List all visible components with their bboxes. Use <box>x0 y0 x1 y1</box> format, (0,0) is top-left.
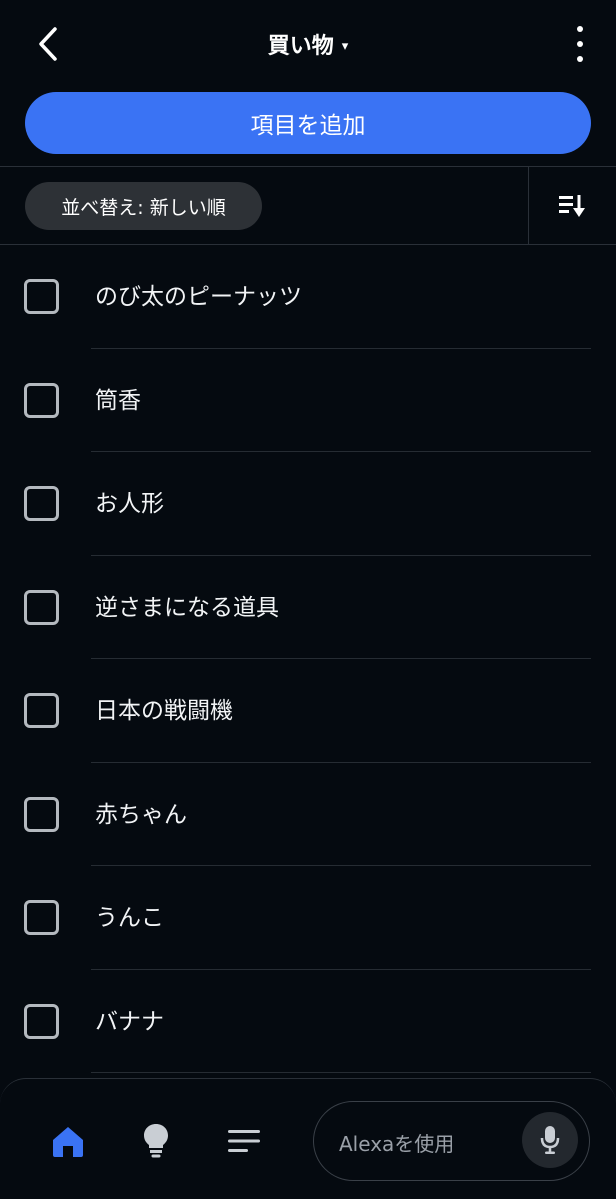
item-label[interactable]: お人形 <box>95 484 164 518</box>
nav-activity-button[interactable] <box>222 1119 266 1163</box>
item-checkbox[interactable] <box>24 589 59 625</box>
nav-discover-button[interactable] <box>134 1119 178 1163</box>
microphone-button[interactable] <box>522 1112 578 1168</box>
item-label[interactable]: バナナ <box>95 1002 164 1036</box>
sort-chip[interactable]: 並べ替え: 新しい順 <box>25 182 262 230</box>
list-selector-button[interactable]: 買い物 ▾ <box>268 28 349 60</box>
list-item: お人形 <box>0 452 616 556</box>
nav-home-button[interactable] <box>46 1119 90 1163</box>
more-options-button[interactable] <box>574 26 586 62</box>
list-item: 逆さまになる道具 <box>0 556 616 659</box>
item-checkbox[interactable] <box>24 382 59 418</box>
alexa-input[interactable]: Alexaを使用 <box>313 1101 590 1181</box>
header: 買い物 ▾ <box>0 0 616 90</box>
sort-order-button[interactable] <box>548 185 596 227</box>
caret-down-icon: ▾ <box>341 38 349 54</box>
list-item: バナナ <box>0 970 616 1073</box>
list-item: 赤ちゃん <box>0 763 616 866</box>
more-vertical-icon <box>577 26 583 32</box>
divider <box>528 167 529 245</box>
item-checkbox[interactable] <box>24 279 59 314</box>
more-vertical-icon-dot <box>577 41 583 47</box>
list-icon <box>228 1130 260 1152</box>
home-icon <box>53 1127 83 1157</box>
item-checkbox[interactable] <box>24 693 59 728</box>
microphone-icon <box>540 1126 560 1154</box>
item-checkbox[interactable] <box>24 486 59 521</box>
list-item: 筒香 <box>0 349 616 452</box>
more-vertical-icon-dot <box>577 56 583 62</box>
item-label[interactable]: うんこ <box>95 898 164 932</box>
item-checkbox[interactable] <box>24 1003 59 1039</box>
item-label[interactable]: 赤ちゃん <box>95 795 187 829</box>
list-item: 日本の戦闘機 <box>0 659 616 763</box>
item-label[interactable]: のび太のピーナッツ <box>95 277 302 311</box>
shopping-list: のび太のピーナッツ 筒香 お人形 逆さまになる道具 日本の戦闘機 赤ちゃん うん… <box>0 245 616 1073</box>
bottom-navigation: Alexaを使用 <box>0 1078 616 1199</box>
item-label[interactable]: 日本の戦闘機 <box>95 691 233 725</box>
list-item: のび太のピーナッツ <box>0 245 616 349</box>
item-checkbox[interactable] <box>24 796 59 832</box>
item-label[interactable]: 逆さまになる道具 <box>95 588 279 622</box>
sort-bar: 並べ替え: 新しい順 <box>0 166 616 245</box>
alexa-placeholder: Alexaを使用 <box>339 1132 455 1156</box>
lightbulb-icon <box>144 1124 168 1158</box>
divider <box>91 1072 591 1073</box>
add-item-label: 項目を追加 <box>250 113 366 139</box>
item-checkbox[interactable] <box>24 900 59 935</box>
sort-descending-icon <box>559 195 585 217</box>
sort-chip-label: 並べ替え: 新しい順 <box>61 196 226 219</box>
item-label[interactable]: 筒香 <box>95 381 141 415</box>
page-title: 買い物 <box>267 34 334 59</box>
list-item: うんこ <box>0 866 616 970</box>
add-item-button[interactable]: 項目を追加 <box>25 92 591 154</box>
